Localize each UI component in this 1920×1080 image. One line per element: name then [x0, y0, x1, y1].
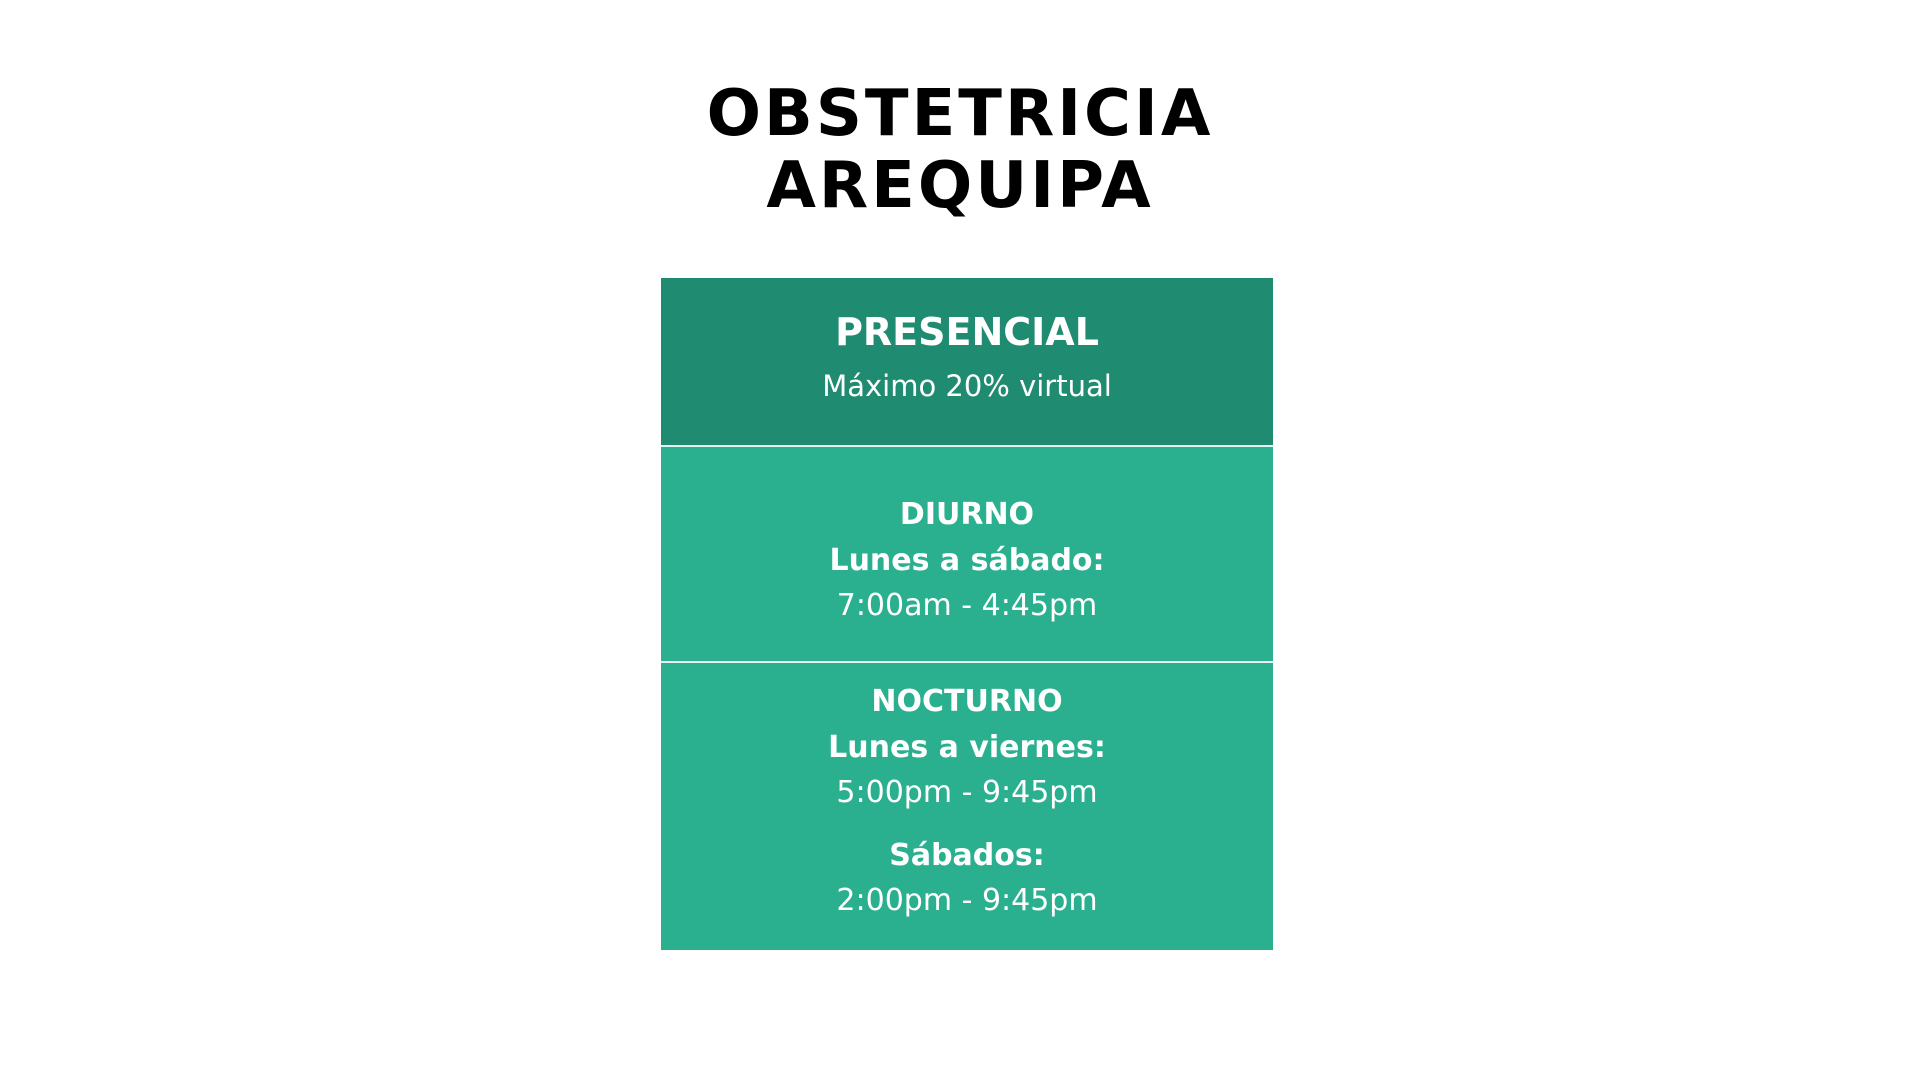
- diurno-block: DIURNO Lunes a sábado: 7:00am - 4:45pm: [661, 447, 1273, 661]
- page-title: OBSTETRICIA AREQUIPA: [0, 78, 1920, 222]
- nocturno-label: NOCTURNO: [871, 684, 1063, 719]
- schedule-table: PRESENCIAL Máximo 20% virtual DIURNO Lun…: [661, 278, 1273, 950]
- nocturno-saturday: Sábados:: [889, 838, 1045, 873]
- title-line-2: AREQUIPA: [766, 149, 1154, 223]
- modality-note: Máximo 20% virtual: [822, 369, 1112, 403]
- nocturno-weekdays: Lunes a viernes:: [828, 730, 1106, 765]
- diurno-label: DIURNO: [899, 497, 1035, 532]
- nocturno-saturday-hours: 2:00pm - 9:45pm: [836, 883, 1098, 918]
- nocturno-weekday-hours: 5:00pm - 9:45pm: [836, 775, 1098, 810]
- diurno-hours: 7:00am - 4:45pm: [836, 588, 1098, 623]
- nocturno-block: NOCTURNO Lunes a viernes: 5:00pm - 9:45p…: [661, 663, 1273, 950]
- diurno-days: Lunes a sábado:: [829, 543, 1105, 578]
- modality-label: PRESENCIAL: [835, 310, 1099, 354]
- modality-header: PRESENCIAL Máximo 20% virtual: [661, 278, 1273, 445]
- title-line-1: OBSTETRICIA: [706, 77, 1214, 151]
